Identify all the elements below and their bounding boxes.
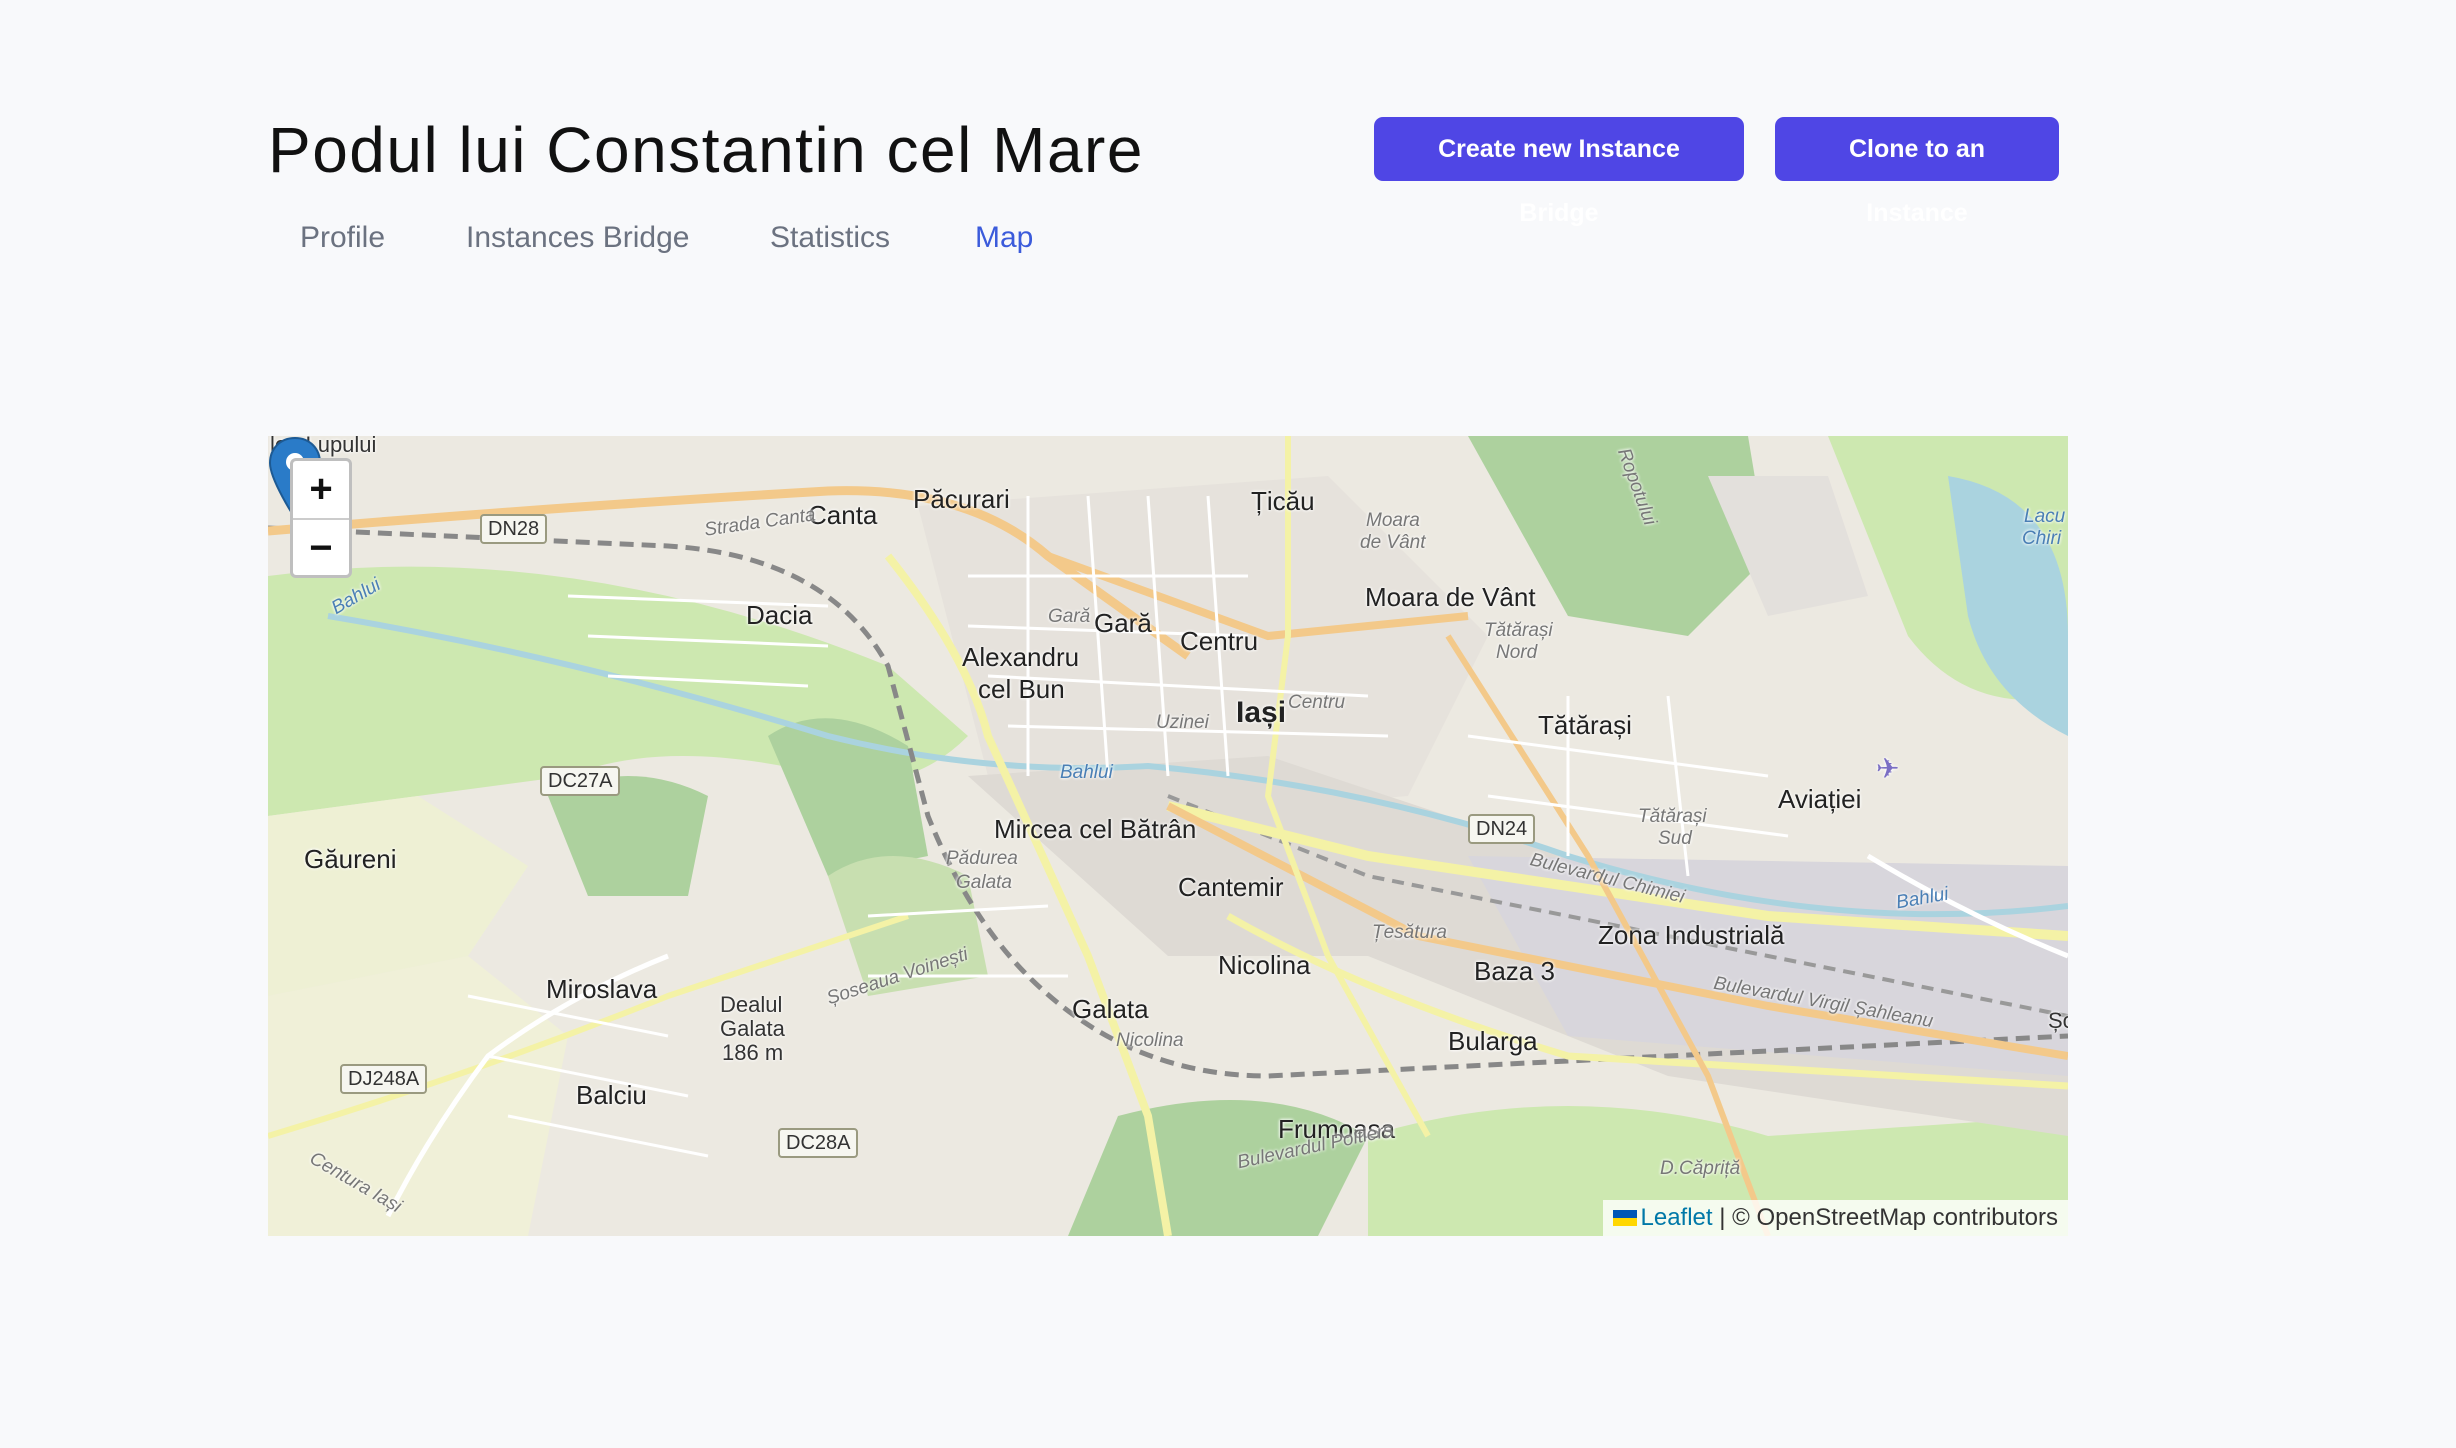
map-label: Aviației: [1778, 784, 1862, 814]
map-label: de Vânt: [1360, 532, 1426, 553]
tab-profile[interactable]: Profile: [300, 212, 385, 264]
map-label: Galata: [956, 872, 1012, 893]
tab-map[interactable]: Map: [975, 212, 1033, 264]
map-label: Nicolina: [1218, 950, 1311, 980]
map-attribution: Leaflet | © OpenStreetMap contributors: [1602, 1200, 2068, 1236]
map-label: 186 m: [722, 1040, 784, 1065]
map-label: Țicău: [1251, 486, 1315, 516]
map-label: Mircea cel Bătrân: [994, 814, 1197, 844]
tab-instances-bridge[interactable]: Instances Bridge: [466, 212, 689, 264]
map-label: Canta: [808, 500, 878, 530]
map-label: Miroslava: [546, 974, 658, 1004]
map-label: Balciu: [576, 1080, 647, 1110]
leaflet-link[interactable]: Leaflet: [1641, 1204, 1713, 1231]
airport-icon: ✈: [1876, 753, 1900, 784]
tab-statistics[interactable]: Statistics: [770, 212, 890, 264]
road-shield: DN24: [1468, 814, 1536, 844]
page-title: Podul lui Constantin cel Mare: [268, 114, 1144, 186]
ukraine-flag-icon: [1612, 1210, 1637, 1226]
map-label: Gară: [1094, 608, 1152, 638]
map-label: Zona Industrială: [1598, 920, 1785, 950]
map-label: Galata: [720, 1016, 785, 1041]
map-label: Găureni: [304, 844, 397, 874]
road-shield: DN28: [480, 514, 548, 544]
map-label: Cantemir: [1178, 872, 1284, 902]
create-instance-bridge-button[interactable]: Create new Instance Bridge: [1374, 117, 1744, 227]
map-container[interactable]: lea Lupului Păcurari Țicău Canta Strada …: [268, 436, 2068, 1236]
clone-to-instance-button[interactable]: Clone to an Instance: [1775, 117, 2059, 227]
map-label: Gară: [1048, 606, 1091, 627]
map-label: Nicolina: [1116, 1030, 1184, 1051]
map-label: Bahlui: [1060, 762, 1113, 783]
map-label: Pădurea: [946, 848, 1018, 869]
road-shield: DJ248A: [340, 1064, 428, 1094]
map-label: Centru: [1180, 626, 1259, 656]
map-label: Nord: [1496, 642, 1538, 663]
map-label: D.Căpriță: [1660, 1158, 1741, 1179]
map-label: Alexandru: [962, 642, 1080, 672]
map-label: Păcurari: [913, 484, 1010, 514]
attribution-text: | © OpenStreetMap contributors: [1719, 1204, 2058, 1231]
map-label: Șo: [2048, 1008, 2068, 1033]
map-label: Iași: [1236, 696, 1287, 729]
map-label: Bularga: [1448, 1026, 1538, 1056]
zoom-out-button[interactable]: −: [293, 520, 349, 575]
map-label: Tătărași: [1538, 710, 1632, 740]
map-label: Centru: [1288, 692, 1346, 713]
road-shield: DC28A: [778, 1128, 859, 1158]
map-label: Moara: [1366, 510, 1420, 531]
map-label: Țesătura: [1372, 922, 1447, 943]
map-label: Chiri: [2022, 528, 2062, 549]
map-label: Sud: [1658, 828, 1692, 849]
map-label: Uzinei: [1156, 712, 1209, 733]
road-shield: DC27A: [540, 766, 621, 796]
map-label: Moara de Vânt: [1365, 582, 1536, 612]
zoom-in-button[interactable]: +: [293, 461, 349, 520]
map-label: Tătărași: [1638, 806, 1707, 827]
map-label: cel Bun: [978, 674, 1065, 704]
map-label: Dacia: [746, 600, 813, 630]
map-label: Dealul: [720, 992, 783, 1017]
map-label: Lacu: [2024, 506, 2066, 527]
map-label: Baza 3: [1474, 956, 1555, 986]
zoom-control: + −: [290, 458, 352, 578]
map-label: Galata: [1072, 994, 1149, 1024]
map-label: Tătărași: [1484, 620, 1553, 641]
